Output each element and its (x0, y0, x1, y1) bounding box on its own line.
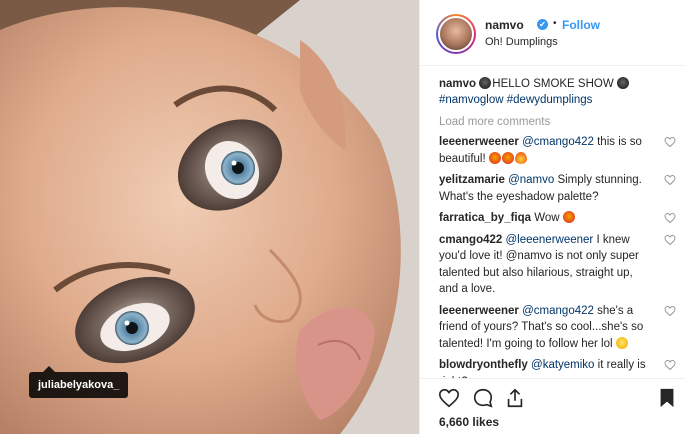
comment-like-heart-icon[interactable] (664, 234, 676, 246)
action-bar: 6,660 likes (420, 378, 685, 434)
comment-like-heart-icon[interactable] (664, 359, 676, 371)
location-link[interactable]: Oh! Dumplings (485, 36, 558, 48)
separator-dot: • (553, 18, 557, 29)
comment-mention[interactable]: @cmango422 (522, 305, 594, 317)
comment-item: yelitzamarie @namvo Simply stunning. Wha… (439, 172, 676, 205)
comment-item: leeenerweener @cmango422 she's a friend … (439, 303, 676, 353)
load-more-comments-button[interactable]: Load more comments (439, 114, 668, 130)
smoke-emoji-icon (479, 77, 492, 89)
emoji-icon (615, 336, 628, 349)
post-sidebar: namvo ✔ • Follow Oh! Dumplings namvo HEL… (419, 0, 685, 434)
emoji-icon (501, 151, 514, 164)
comment-like-heart-icon[interactable] (664, 136, 676, 148)
emoji-icon (562, 211, 575, 223)
comment-item: farratica_by_fiqa Wow (439, 210, 676, 227)
comment-like-heart-icon[interactable] (664, 212, 676, 224)
follow-button[interactable]: Follow (562, 18, 600, 32)
post-caption: namvo HELLO SMOKE SHOW #namvoglow #dewyd… (439, 66, 668, 108)
comment-username[interactable]: farratica_by_fiqa (439, 212, 531, 224)
comment-like-heart-icon[interactable] (664, 174, 676, 186)
comment-text: Wow (534, 212, 560, 224)
comment-mention[interactable]: @cmango422 (522, 136, 594, 148)
header-username[interactable]: namvo (485, 18, 524, 32)
comment-username[interactable]: cmango422 (439, 234, 502, 246)
comment-item: blowdryonthefly @katyemiko it really is … (439, 357, 676, 378)
comment-mention[interactable]: @katyemiko (531, 359, 594, 371)
comment-like-heart-icon[interactable] (664, 305, 676, 317)
emoji-icon (514, 151, 527, 164)
avatar[interactable] (436, 14, 476, 54)
comment-username[interactable]: yelitzamarie (439, 174, 505, 186)
like-count[interactable]: 6,660 likes (439, 415, 499, 429)
comment-mention[interactable]: @leeenerweener (505, 234, 593, 246)
comment-username[interactable]: blowdryonthefly (439, 359, 528, 371)
caption-username[interactable]: namvo (439, 78, 476, 90)
emoji-icon (488, 151, 501, 164)
caption-hashtags[interactable]: #namvoglow #dewydumplings (439, 94, 592, 106)
comment-bubble-icon[interactable] (472, 387, 494, 409)
share-icon[interactable] (504, 387, 526, 409)
comment-item: leeenerweener @cmango422 this is so beau… (439, 134, 676, 167)
bomb-emoji-icon (616, 77, 629, 89)
portrait-illustration (0, 0, 419, 434)
post-image[interactable]: juliabelyakova_ (0, 0, 419, 434)
comments-section[interactable]: namvo HELLO SMOKE SHOW #namvoglow #dewyd… (420, 66, 685, 378)
comment-list: leeenerweener @cmango422 this is so beau… (439, 134, 676, 378)
comment-username[interactable]: leeenerweener (439, 305, 519, 317)
comment-username[interactable]: leeenerweener (439, 136, 519, 148)
bookmark-icon[interactable] (656, 387, 678, 409)
comment-item: cmango422 @leeenerweener I knew you'd lo… (439, 232, 676, 298)
like-heart-icon[interactable] (438, 387, 460, 409)
user-tag-pill[interactable]: juliabelyakova_ (29, 366, 129, 398)
post-header: namvo ✔ • Follow Oh! Dumplings (420, 0, 685, 66)
verified-badge-icon: ✔ (537, 19, 548, 30)
comment-mention[interactable]: @namvo (508, 174, 554, 186)
caption-text: HELLO SMOKE SHOW (492, 78, 614, 90)
